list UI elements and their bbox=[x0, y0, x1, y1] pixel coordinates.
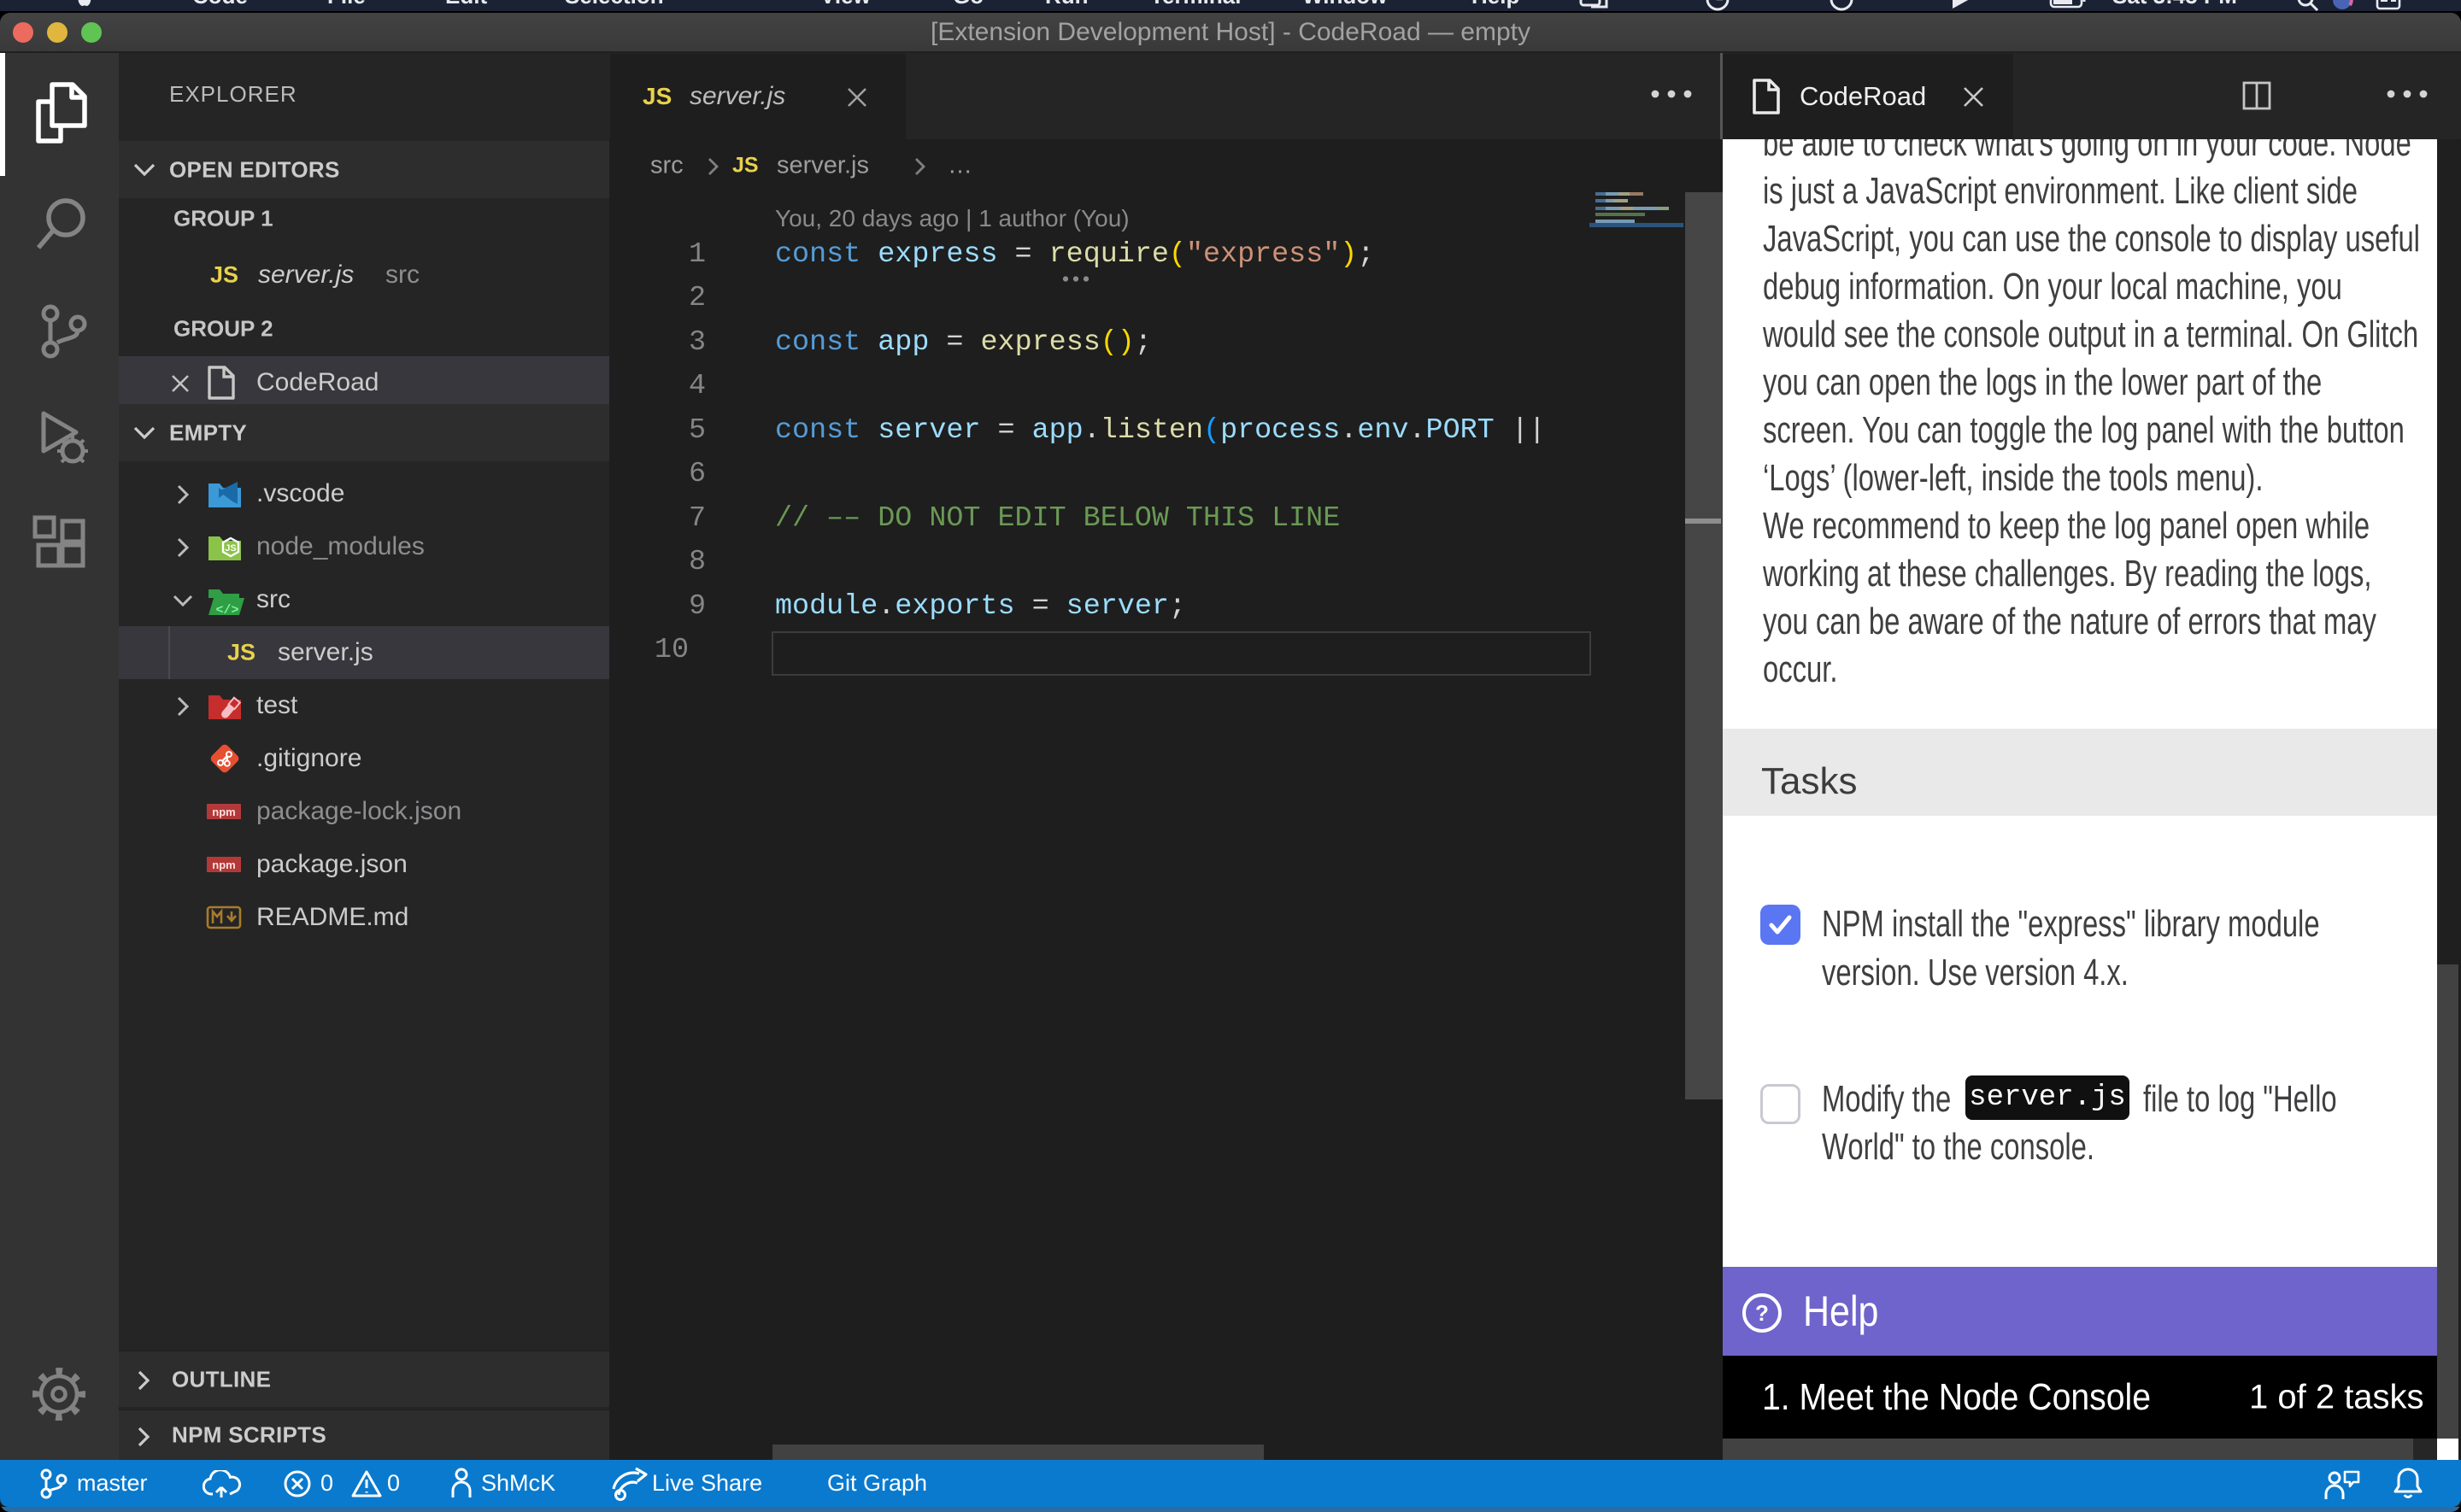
svg-text:</>: </> bbox=[215, 603, 238, 617]
svg-text:?: ? bbox=[1755, 1300, 1769, 1326]
svg-text:npm: npm bbox=[212, 806, 235, 818]
svg-text:JS: JS bbox=[225, 543, 236, 554]
svg-text:npm: npm bbox=[212, 859, 235, 871]
